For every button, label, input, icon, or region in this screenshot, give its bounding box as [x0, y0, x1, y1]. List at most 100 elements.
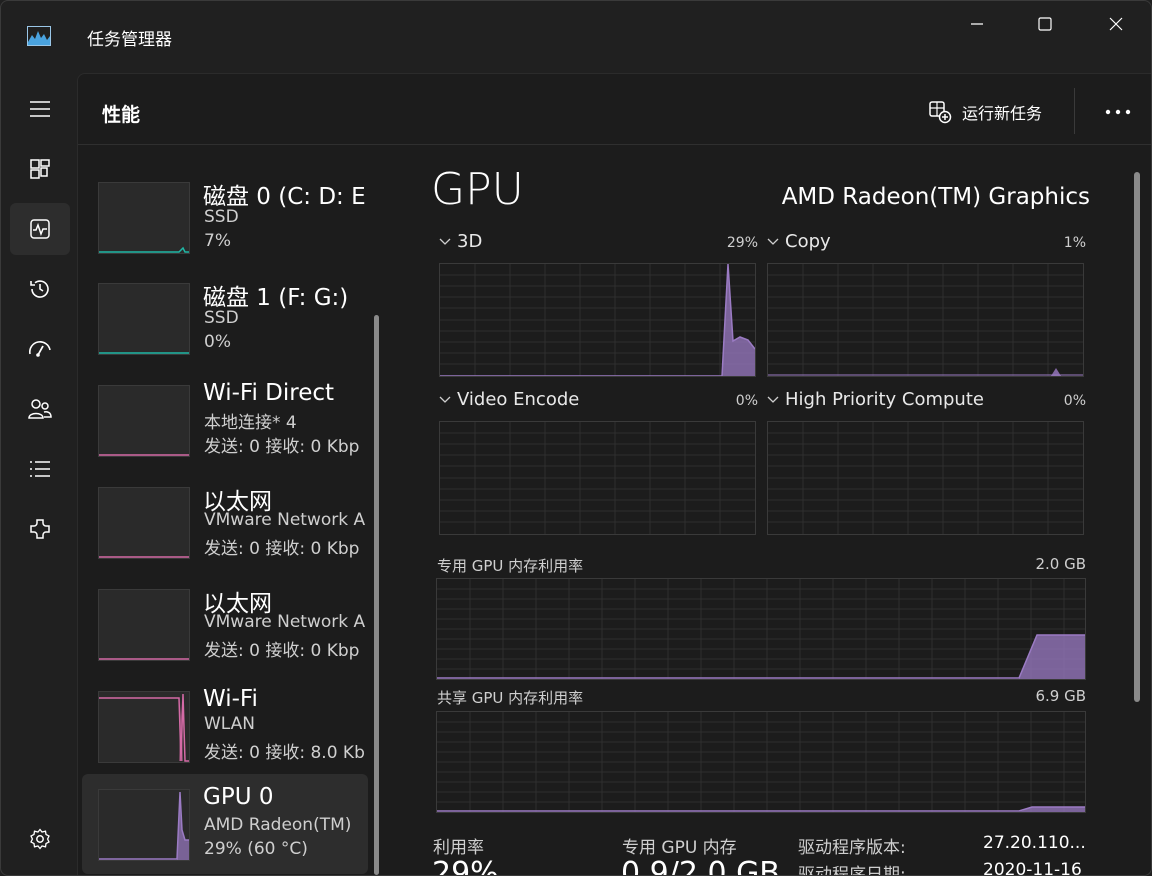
device-item-ethernet-1[interactable]: 以太网 VMware Network A 发送: 0 接收: 0 Kbp [82, 482, 368, 582]
page-header: 性能 运行新任务 [78, 74, 1151, 145]
utilization-label: 利用率 [433, 838, 484, 858]
engine-percent: 0% [735, 393, 758, 409]
device-model: AMD Radeon(TM) [204, 815, 352, 835]
more-icon [1105, 109, 1131, 115]
dedicated-memory-label: 专用 GPU 内存利用率 [437, 557, 584, 575]
device-item-disk1[interactable]: 磁盘 1 (F: G:) SSD 0% [82, 278, 368, 378]
device-item-disk0[interactable]: 磁盘 0 (C: D: E: SSD 7% [82, 177, 368, 277]
nav-app-history[interactable] [10, 263, 70, 315]
device-name: GPU 0 [203, 784, 274, 810]
more-options-button[interactable] [1098, 96, 1138, 128]
close-icon [1109, 17, 1123, 31]
device-thumbnail [98, 589, 190, 661]
processes-icon [30, 159, 50, 179]
driver-version-label: 驱动程序版本: [798, 838, 906, 858]
startup-apps-icon [29, 341, 51, 357]
settings-icon [30, 828, 50, 850]
window-title: 任务管理器 [87, 30, 172, 50]
engine-label: Copy [785, 231, 831, 252]
device-usage: 29% (60 °C) [204, 839, 308, 859]
engine-graph-3d [439, 263, 756, 377]
device-item-wifi-direct[interactable]: Wi-Fi Direct 本地连接* 4 发送: 0 接收: 0 Kbp [82, 380, 368, 480]
maximize-icon [1038, 17, 1052, 31]
device-throughput: 发送: 0 接收: 8.0 Kb [204, 743, 365, 763]
task-manager-window: 任务管理器 性能 运行新任务 磁盘 0 (C: D: E: SSD 7% 磁盘 … [0, 0, 1152, 876]
engine-graph-high-priority-compute [767, 421, 1084, 535]
detail-scrollbar[interactable] [1134, 172, 1140, 702]
nav-users[interactable] [10, 383, 70, 435]
device-adapter: 本地连接* 4 [204, 413, 297, 433]
engine-percent: 29% [726, 235, 758, 251]
close-button[interactable] [1093, 9, 1139, 39]
engine-label: High Priority Compute [785, 389, 984, 410]
shared-memory-label: 共享 GPU 内存利用率 [437, 689, 584, 707]
engine-selector-high-priority-compute[interactable]: High Priority Compute [767, 389, 984, 410]
device-usage: 0% [204, 332, 231, 352]
services-icon [30, 519, 50, 539]
title-bar: 任务管理器 [1, 1, 1151, 73]
device-thumbnail [98, 283, 190, 355]
maximize-button[interactable] [1022, 9, 1068, 39]
device-throughput: 发送: 0 接收: 0 Kbp [204, 539, 360, 559]
driver-date-value: 2020-11-16 [983, 860, 1082, 876]
device-throughput: 发送: 0 接收: 0 Kbp [204, 641, 360, 661]
users-icon [28, 399, 52, 419]
device-thumbnail [98, 182, 190, 254]
engine-selector-3d[interactable]: 3D [439, 231, 482, 252]
minimize-button[interactable] [954, 9, 1000, 39]
engine-graph-video-encode [439, 421, 756, 535]
device-thumbnail [98, 789, 190, 861]
page-title: 性能 [102, 104, 141, 126]
engine-selector-copy[interactable]: Copy [767, 231, 831, 252]
nav-settings[interactable] [10, 813, 70, 865]
driver-date-label: 驱动程序日期: [798, 865, 906, 876]
chevron-down-icon [439, 238, 451, 245]
nav-services[interactable] [10, 503, 70, 555]
minimize-icon [971, 23, 983, 25]
dedicated-memory-capacity: 2.0 GB [1035, 555, 1086, 573]
nav-startup-apps[interactable] [10, 323, 70, 375]
device-type: SSD [204, 308, 239, 328]
task-manager-app-icon [27, 26, 51, 46]
device-throughput: 发送: 0 接收: 0 Kbp [204, 437, 360, 457]
device-item-gpu0[interactable]: GPU 0 AMD Radeon(TM) 29% (60 °C) [82, 774, 368, 874]
engine-percent: 0% [1063, 393, 1086, 409]
engine-percent: 1% [1063, 235, 1086, 251]
device-thumbnail [98, 691, 190, 763]
device-adapter: WLAN [204, 714, 256, 734]
header-separator [1074, 88, 1075, 134]
device-name: Wi-Fi [203, 686, 258, 712]
engine-selector-video-encode[interactable]: Video Encode [439, 389, 579, 410]
engine-label: Video Encode [457, 389, 580, 410]
device-thumbnail [98, 487, 190, 559]
run-new-task-button[interactable]: 运行新任务 [928, 98, 1042, 126]
device-name: 磁盘 1 (F: G:) [203, 285, 349, 311]
device-list-scrollbar[interactable] [374, 315, 379, 875]
device-adapter: VMware Network A [204, 612, 366, 632]
driver-version-value: 27.20.110... [983, 833, 1086, 853]
run-new-task-label: 运行新任务 [962, 104, 1043, 123]
device-name: Wi-Fi Direct [203, 380, 335, 406]
chevron-down-icon [439, 396, 451, 403]
detail-title: GPU [431, 164, 524, 215]
nav-performance[interactable] [10, 203, 70, 255]
dedicated-gpu-memory-label: 专用 GPU 内存 [622, 838, 737, 858]
device-adapter: VMware Network A [204, 510, 366, 530]
nav-processes[interactable] [10, 143, 70, 195]
chevron-down-icon [767, 396, 779, 403]
gpu-model-name: AMD Radeon(TM) Graphics [781, 184, 1090, 210]
device-name: 磁盘 0 (C: D: E: [203, 184, 367, 210]
device-thumbnail [98, 385, 190, 457]
engine-label: 3D [457, 231, 483, 252]
content-panel: 性能 运行新任务 磁盘 0 (C: D: E: SSD 7% 磁盘 1 (F: … [77, 73, 1151, 876]
device-type: SSD [204, 207, 239, 227]
nav-details[interactable] [10, 443, 70, 495]
device-usage: 7% [204, 231, 231, 251]
utilization-value: 29% [432, 856, 499, 876]
dedicated-gpu-memory-value: 0.9/2.0 GB [621, 856, 780, 876]
dedicated-memory-graph [436, 578, 1086, 680]
device-item-wifi[interactable]: Wi-Fi WLAN 发送: 0 接收: 8.0 Kb [82, 686, 368, 786]
menu-icon [30, 101, 50, 117]
device-item-ethernet-2[interactable]: 以太网 VMware Network A 发送: 0 接收: 0 Kbp [82, 584, 368, 684]
nav-menu-button[interactable] [10, 83, 70, 135]
